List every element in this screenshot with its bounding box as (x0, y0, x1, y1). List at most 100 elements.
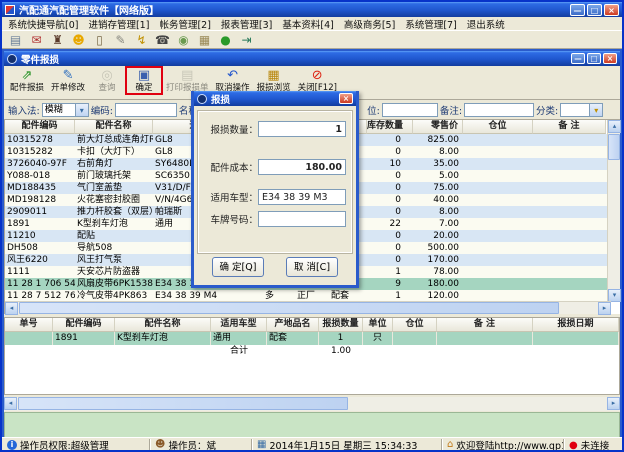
toolbar-button[interactable]: ▤ 打印报损单 (164, 68, 211, 93)
column-header[interactable]: 备 注 (533, 120, 606, 134)
cell-stock: 0 (367, 182, 413, 194)
main-horizontal-scrollbar[interactable]: ◂ ▸ (4, 397, 620, 411)
cell-code: 1891 (53, 332, 115, 345)
scroll-right-icon[interactable]: ▸ (598, 302, 611, 315)
cell-name: 配贴 (75, 230, 153, 242)
panel-close-button[interactable]: × (603, 53, 617, 64)
menu-item[interactable]: 报表管理[3] (221, 17, 272, 31)
close-button[interactable]: × (604, 4, 619, 16)
cell-remark (533, 158, 606, 170)
input-method-select[interactable]: 模糊 ▾ (42, 103, 89, 117)
column-header[interactable]: 仓位 (393, 318, 437, 332)
cell-stock: 0 (367, 254, 413, 266)
cell-remark (533, 266, 606, 278)
column-header[interactable]: 备 注 (437, 318, 533, 332)
code-label: 编码: (91, 103, 113, 117)
column-header[interactable]: 库存数量 (367, 120, 413, 134)
cost-input[interactable]: 180.00 (258, 159, 346, 175)
cell-code: Y088-018 (5, 170, 75, 182)
column-header[interactable]: 配件名称 (75, 120, 153, 134)
position-input[interactable] (382, 103, 438, 117)
total-label: 合计 (211, 345, 267, 358)
cell-remark (533, 182, 606, 194)
column-header[interactable]: 配件名称 (115, 318, 211, 332)
column-header[interactable]: 产地品名 (267, 318, 319, 332)
cancel-button[interactable]: 取 消[C] (286, 257, 338, 277)
damage-dialog: 报损 × 报损数量： 1 配件成本： 180.00 适用车型： E34 38 3… (191, 91, 359, 288)
column-header[interactable]: 单位 (363, 318, 393, 332)
scrollbar-thumb[interactable] (19, 302, 559, 314)
cell-price: 40.00 (413, 194, 463, 206)
green-ball-icon[interactable]: ● (218, 33, 233, 47)
plate-input[interactable] (258, 211, 346, 227)
table-row[interactable]: 1891 K型刹车灯泡 通用 配套 1 只 (5, 332, 619, 345)
menu-item[interactable]: 帐务管理[2] (159, 17, 210, 31)
mail-icon[interactable]: ✉ (29, 33, 44, 47)
code-input[interactable] (115, 103, 177, 117)
cell-price: 8.00 (413, 146, 463, 158)
abacus-icon[interactable]: ▦ (197, 33, 212, 47)
category-select[interactable]: ▾ (560, 103, 603, 117)
toolbar-button[interactable]: ⊘ 关闭[F12] (296, 68, 339, 93)
column-header[interactable]: 仓位 (463, 120, 533, 134)
toolbar-button[interactable]: ◎ 查询 (90, 68, 124, 93)
chevron-down-icon[interactable]: ▾ (76, 103, 89, 117)
scrollbar-thumb[interactable] (18, 397, 348, 410)
ok-button[interactable]: 确 定[Q] (212, 257, 264, 277)
menu-item[interactable]: 系统快捷导航[0] (8, 17, 78, 31)
cell-stock: 0 (367, 170, 413, 182)
scroll-left-icon[interactable]: ◂ (5, 302, 18, 315)
edit-icon[interactable]: ✎ (113, 33, 128, 47)
exit-icon[interactable]: ⇥ (239, 33, 254, 47)
remark-input[interactable] (464, 103, 534, 117)
lightning-icon[interactable]: ↯ (134, 33, 149, 47)
phone-icon[interactable]: ☎ (155, 33, 170, 47)
category-value (560, 103, 590, 117)
panel-maximize-button[interactable]: □ (587, 53, 601, 64)
notebook-icon[interactable]: ▯ (92, 33, 107, 47)
menu-item[interactable]: 退出系统 (467, 17, 505, 31)
printer-icon[interactable]: ▤ (8, 33, 23, 47)
scroll-right-icon[interactable]: ▸ (607, 397, 620, 410)
cell-remark (533, 254, 606, 266)
panel-title-bar: 零件报损 — □ × (4, 51, 620, 66)
menu-item[interactable]: 进销存管理[1] (88, 17, 149, 31)
menu-item[interactable]: 系统管理[7] (405, 17, 456, 31)
chevron-down-icon[interactable]: ▾ (590, 103, 603, 117)
menu-bar: 系统快捷导航[0] 进销存管理[1] 帐务管理[2] 报表管理[3] 基本资料[4] 高级… (2, 17, 622, 31)
toolbar-button[interactable]: ▦ 报损浏览 (255, 68, 293, 93)
cell-stock: 9 (367, 278, 413, 290)
column-header[interactable]: 报损日期 (533, 318, 619, 332)
toolbar-button[interactable]: ⇗ 配件报损 (8, 68, 46, 93)
column-header[interactable]: 配件编码 (5, 120, 75, 134)
globe-icon[interactable]: ◉ (176, 33, 191, 47)
minimize-button[interactable]: — (570, 4, 585, 16)
column-header[interactable]: 单号 (5, 318, 53, 332)
welcome-link[interactable]: 欢迎登陆http://www.qp110.com (456, 439, 564, 452)
qty-input[interactable]: 1 (258, 121, 346, 137)
horizontal-scrollbar[interactable]: ◂ ▸ (5, 301, 611, 314)
toolbar-button[interactable]: ▣ 确定 (127, 68, 161, 93)
scroll-up-icon[interactable]: ▴ (608, 120, 621, 133)
column-header[interactable]: 报损数量 (319, 318, 363, 332)
column-header[interactable]: 零售价 (413, 120, 463, 134)
panel-minimize-button[interactable]: — (571, 53, 585, 64)
dialog-close-button[interactable]: × (339, 93, 353, 104)
scroll-left-icon[interactable]: ◂ (4, 397, 17, 410)
connection-status: 未连接 (581, 439, 610, 452)
smiley-icon[interactable]: ☻ (71, 33, 86, 47)
restore-button[interactable]: □ (587, 4, 602, 16)
toolbar-button[interactable]: ↶ 取消操作 (214, 68, 252, 93)
model-input[interactable]: E34 38 39 M3 (258, 189, 346, 205)
toolbar-button[interactable]: ✎ 开单修改 (49, 68, 87, 93)
remark-label: 备注: (440, 103, 462, 117)
column-header[interactable]: 配件编码 (53, 318, 115, 332)
cell-stock: 22 (367, 218, 413, 230)
column-header[interactable]: 适用车型 (211, 318, 267, 332)
bank-icon[interactable]: ♜ (50, 33, 65, 47)
menu-item[interactable]: 基本资料[4] (282, 17, 333, 31)
menu-item[interactable]: 高级商务[5] (344, 17, 395, 31)
toolbar-button-label: 确定 (136, 83, 153, 93)
vertical-scrollbar[interactable]: ▴ ▾ (607, 120, 620, 302)
scrollbar-thumb[interactable] (608, 134, 620, 160)
